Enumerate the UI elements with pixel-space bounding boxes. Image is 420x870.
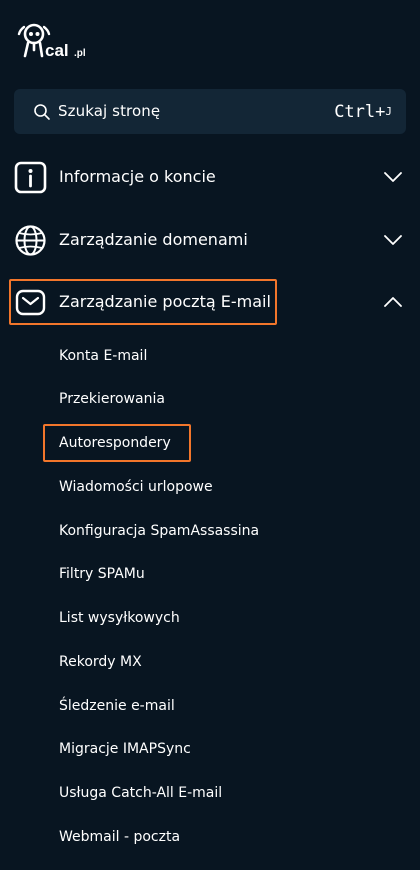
chevron-down-icon[interactable] xyxy=(384,232,402,248)
sidebar-nav: cal .pl Szukaj stronę Ctrl+J Informacje … xyxy=(0,0,420,870)
section-label: Zarządzanie domenami xyxy=(59,230,248,249)
section-account-info[interactable]: Informacje o koncie xyxy=(0,149,420,205)
menu-item-mx-records[interactable]: Rekordy MX xyxy=(59,650,142,674)
chevron-down-icon[interactable] xyxy=(384,169,402,185)
search-shortcut: Ctrl+J xyxy=(334,102,392,122)
menu-item-email-tracking[interactable]: Śledzenie e-mail xyxy=(59,694,175,718)
menu-item-forwarders[interactable]: Przekierowania xyxy=(59,387,165,411)
search-page-button[interactable]: Szukaj stronę Ctrl+J xyxy=(14,89,406,134)
section-label: Informacje o koncie xyxy=(59,167,216,186)
menu-item-spamassassin-config[interactable]: Konfiguracja SpamAssassina xyxy=(59,519,259,543)
menu-item-autoresponders[interactable]: Autorespondery xyxy=(59,431,171,455)
svg-text:.pl: .pl xyxy=(74,48,86,59)
menu-item-imapsync-migrations[interactable]: Migracje IMAPSync xyxy=(59,737,191,761)
menu-item-email-accounts[interactable]: Konta E-mail xyxy=(59,344,147,368)
menu-item-webmail[interactable]: Webmail - poczta xyxy=(59,825,180,849)
menu-item-spam-filters[interactable]: Filtry SPAMu xyxy=(59,562,145,586)
menu-item-catch-all[interactable]: Usługa Catch-All E-mail xyxy=(59,781,222,805)
section-label: Zarządzanie pocztą E-mail xyxy=(59,292,271,311)
globe-icon xyxy=(15,225,46,256)
cal-pl-logo[interactable]: cal .pl xyxy=(14,20,110,62)
menu-item-mailing-lists[interactable]: List wysyłkowych xyxy=(59,606,180,630)
svg-text:cal: cal xyxy=(45,41,69,60)
section-email[interactable]: Zarządzanie pocztą E-mail xyxy=(0,274,420,330)
search-icon xyxy=(34,104,50,120)
search-label: Szukaj stronę xyxy=(58,102,161,120)
envelope-icon xyxy=(15,289,46,316)
info-icon xyxy=(14,161,47,194)
menu-item-vacation-messages[interactable]: Wiadomości urlopowe xyxy=(59,475,213,499)
chevron-up-icon[interactable] xyxy=(384,294,402,310)
section-domains[interactable]: Zarządzanie domenami xyxy=(0,212,420,268)
